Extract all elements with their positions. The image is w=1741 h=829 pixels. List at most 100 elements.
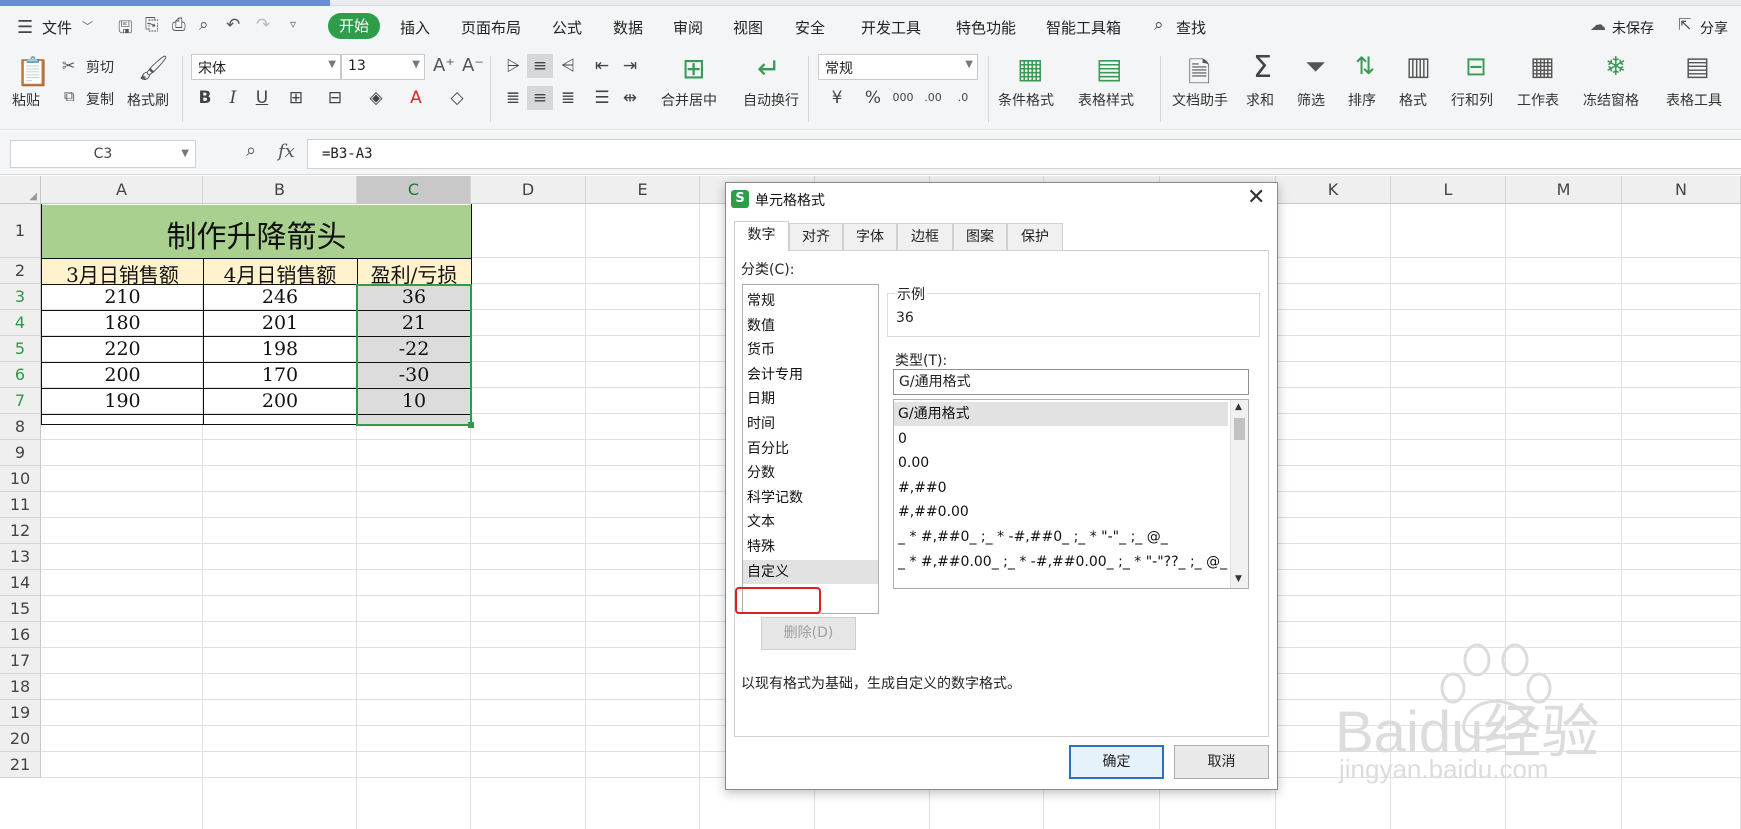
freeze-panes-icon[interactable]: ❄ bbox=[1605, 52, 1627, 82]
type-item[interactable]: _ * #,##0_ ;_ * -#,##0_ ;_ * "-"_ ;_ @_ bbox=[894, 525, 1228, 549]
zoom-icon[interactable]: ⌕ bbox=[246, 140, 256, 161]
menu-data[interactable]: 数据 bbox=[613, 17, 643, 38]
document-assistant-button[interactable]: 文档助手 bbox=[1172, 90, 1228, 110]
indent-increase-icon[interactable]: ⇥ bbox=[617, 54, 643, 78]
format-button[interactable]: 格式 bbox=[1399, 90, 1427, 110]
category-list[interactable]: 常规 数值 货币 会计专用 日期 时间 百分比 分数 科学记数 文本 特殊 自定义 bbox=[742, 284, 879, 614]
paste-icon[interactable]: 📋 bbox=[16, 54, 51, 88]
category-item[interactable]: 常规 bbox=[747, 289, 872, 313]
wrap-text-button[interactable]: 自动换行 bbox=[743, 90, 799, 110]
scroll-down-icon[interactable]: ▼ bbox=[1235, 574, 1242, 584]
eraser-icon[interactable]: ◇ bbox=[444, 86, 470, 110]
align-bottom-icon[interactable]: ⩤ bbox=[555, 54, 581, 78]
ok-button[interactable]: 确定 bbox=[1069, 745, 1164, 779]
menu-developer[interactable]: 开发工具 bbox=[861, 17, 921, 38]
export-icon[interactable]: ⎘ bbox=[145, 15, 159, 35]
print-preview-icon[interactable]: ⌕ bbox=[199, 15, 209, 35]
row-header-14[interactable]: 14 bbox=[0, 570, 41, 596]
conditional-format-icon[interactable]: ▦ bbox=[1017, 52, 1043, 85]
menu-formula[interactable]: 公式 bbox=[552, 17, 582, 38]
row-header-12[interactable]: 12 bbox=[0, 518, 41, 544]
tab-alignment[interactable]: 对齐 bbox=[789, 223, 843, 251]
conditional-format-button[interactable]: 条件格式 bbox=[998, 90, 1054, 110]
increase-font-icon[interactable]: A⁺ bbox=[433, 55, 455, 76]
share-icon[interactable]: ⇱ bbox=[1678, 15, 1691, 34]
category-item[interactable]: 数值 bbox=[747, 314, 872, 338]
row-col-icon[interactable]: ⊟ bbox=[1465, 52, 1487, 82]
filter-button[interactable]: 筛选 bbox=[1297, 90, 1325, 110]
fill-color-icon[interactable]: ◈ bbox=[363, 86, 389, 110]
merge-center-icon[interactable]: ⊞ bbox=[682, 52, 705, 85]
category-item[interactable]: 百分比 bbox=[747, 437, 872, 461]
sort-icon[interactable]: ⇅ bbox=[1355, 52, 1375, 80]
category-item[interactable]: 时间 bbox=[747, 412, 872, 436]
column-header-d[interactable]: D bbox=[471, 176, 586, 204]
print-icon[interactable]: ⎙ bbox=[172, 15, 186, 35]
row-header-9[interactable]: 9 bbox=[0, 440, 41, 466]
select-all-corner[interactable]: ◢ bbox=[0, 176, 41, 204]
cloud-icon[interactable]: ☁ bbox=[1590, 15, 1606, 34]
data-cell[interactable]: 200 bbox=[42, 362, 203, 388]
type-item[interactable]: #,##0 bbox=[894, 476, 1228, 500]
decrease-font-icon[interactable]: A⁻ bbox=[462, 55, 484, 76]
delete-button[interactable]: 删除(D) bbox=[761, 617, 856, 650]
cell-style-icon[interactable]: ⊟ bbox=[322, 86, 348, 110]
underline-icon[interactable]: U bbox=[249, 86, 275, 110]
border-icon[interactable]: ⊞ bbox=[283, 86, 309, 110]
column-header-n[interactable]: N bbox=[1622, 176, 1741, 204]
row-header-3[interactable]: 3 bbox=[0, 284, 41, 310]
number-format-select[interactable]: 常规 ▼ bbox=[818, 54, 978, 80]
table-style-icon[interactable]: ▤ bbox=[1096, 52, 1122, 85]
save-icon[interactable]: 🖫 bbox=[118, 15, 132, 44]
data-cell[interactable]: 198 bbox=[203, 336, 357, 362]
menu-review[interactable]: 审阅 bbox=[673, 17, 703, 38]
unsaved-status[interactable]: 未保存 bbox=[1612, 18, 1654, 38]
category-item[interactable]: 货币 bbox=[747, 338, 872, 362]
italic-icon[interactable]: I bbox=[220, 86, 246, 110]
type-item[interactable]: 0.00 bbox=[894, 451, 1228, 475]
name-box[interactable]: C3 ▼ bbox=[10, 140, 196, 168]
format-painter-icon[interactable]: 🖌 bbox=[138, 54, 168, 82]
font-size-select[interactable]: 13 ▼ bbox=[341, 54, 425, 80]
font-color-icon[interactable]: A bbox=[403, 86, 429, 110]
hamburger-icon[interactable]: ☰ bbox=[17, 17, 33, 38]
header-cell[interactable]: 3月日销售额 bbox=[42, 259, 203, 284]
copy-icon[interactable]: ⧉ bbox=[64, 87, 75, 105]
align-center-icon[interactable]: ≡ bbox=[527, 86, 553, 110]
column-header-l[interactable]: L bbox=[1391, 176, 1506, 204]
type-item[interactable]: _ * #,##0.00_ ;_ * -#,##0.00_ ;_ * "-"??… bbox=[894, 550, 1228, 574]
cut-button[interactable]: 剪切 bbox=[86, 57, 114, 77]
menu-file[interactable]: 文件 bbox=[42, 17, 72, 38]
menu-smart-toolbox[interactable]: 智能工具箱 bbox=[1046, 17, 1121, 38]
type-item[interactable]: 0 bbox=[894, 427, 1228, 451]
decrease-decimal-icon[interactable]: .0 bbox=[950, 86, 976, 110]
category-item[interactable]: 特殊 bbox=[747, 535, 872, 559]
type-input[interactable]: G/通用格式 bbox=[893, 369, 1249, 395]
tab-number[interactable]: 数字 bbox=[734, 221, 789, 251]
worksheet-button[interactable]: 工作表 bbox=[1517, 90, 1559, 110]
scrollbar-thumb[interactable] bbox=[1234, 418, 1245, 440]
row-header-10[interactable]: 10 bbox=[0, 466, 41, 492]
chevron-down-icon[interactable]: ﹀ bbox=[82, 18, 93, 34]
category-item[interactable]: 分数 bbox=[747, 461, 872, 485]
data-cell[interactable]: 210 bbox=[42, 284, 203, 310]
merge-center-button[interactable]: 合并居中 bbox=[661, 90, 717, 110]
row-header-7[interactable]: 7 bbox=[0, 388, 41, 414]
align-top-icon[interactable]: ⩥ bbox=[500, 54, 526, 78]
row-col-button[interactable]: 行和列 bbox=[1451, 90, 1493, 110]
undo-icon[interactable]: ↶ bbox=[226, 15, 240, 35]
fill-handle[interactable] bbox=[468, 422, 474, 428]
formula-input[interactable]: =B3-A3 bbox=[307, 139, 1741, 169]
worksheet-icon[interactable]: ▦ bbox=[1530, 52, 1555, 82]
align-middle-icon[interactable]: ≡ bbox=[527, 54, 553, 78]
percent-icon[interactable]: % bbox=[860, 86, 886, 110]
cancel-button[interactable]: 取消 bbox=[1174, 745, 1269, 779]
column-header-a[interactable]: A bbox=[41, 176, 203, 204]
scissors-icon[interactable]: ✂ bbox=[62, 56, 75, 75]
close-icon[interactable]: ✕ bbox=[1247, 185, 1265, 210]
table-style-button[interactable]: 表格样式 bbox=[1078, 90, 1134, 110]
type-list[interactable]: G/通用格式 0 0.00 #,##0 #,##0.00 _ * #,##0_ ;_ * … bbox=[893, 399, 1249, 589]
align-right-icon[interactable]: ≣ bbox=[555, 86, 581, 110]
type-list-scrollbar[interactable]: ▲ ▼ bbox=[1230, 400, 1248, 588]
row-header-11[interactable]: 11 bbox=[0, 492, 41, 518]
